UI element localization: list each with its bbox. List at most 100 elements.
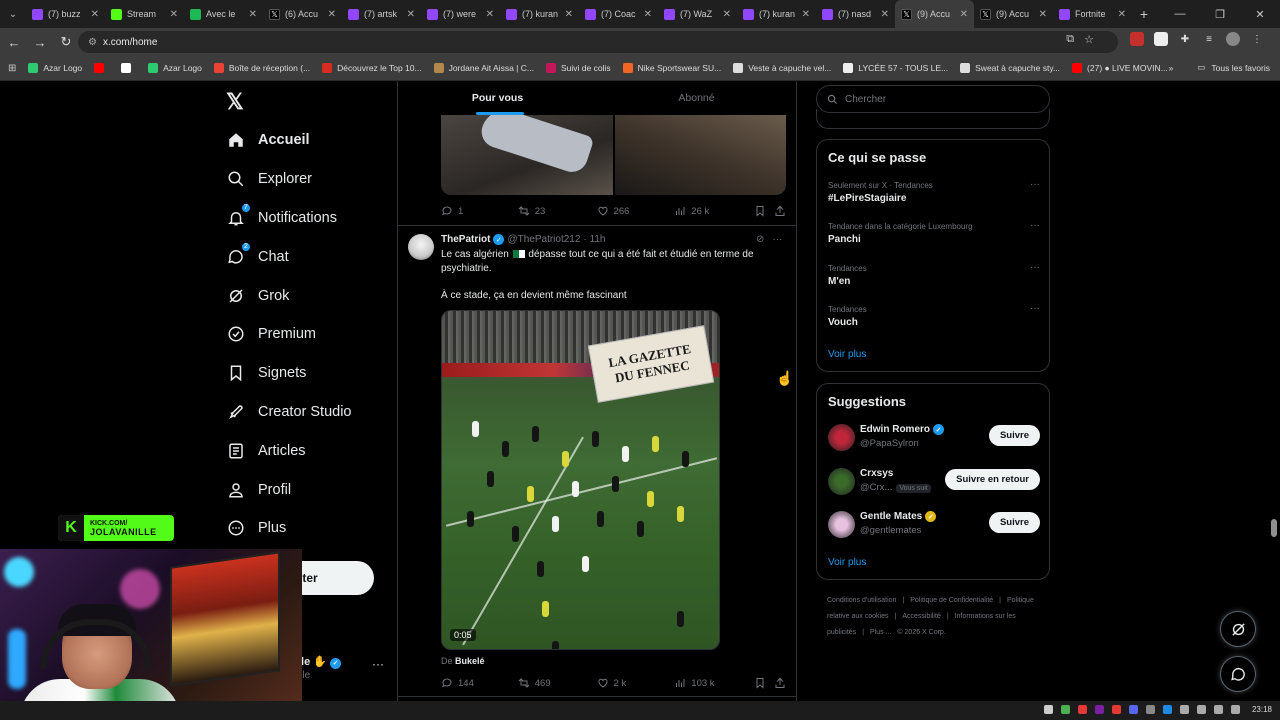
apps-grid-icon[interactable]: ⊞ <box>8 63 16 74</box>
scrollbar[interactable] <box>1271 519 1277 537</box>
minimize-button[interactable]: — <box>1160 0 1200 28</box>
back-button[interactable]: ← <box>2 30 26 54</box>
footer-link[interactable]: Accessibilité <box>902 613 941 620</box>
nav-item-grok[interactable]: Grok <box>226 276 352 315</box>
author-handle[interactable]: @ThePatriot212 <box>507 234 580 245</box>
install-app-icon[interactable]: ⧉ <box>1066 33 1074 46</box>
tray-icon[interactable] <box>1129 705 1138 714</box>
tray-icon[interactable] <box>1061 705 1070 714</box>
clock[interactable]: 23:18 <box>1252 705 1272 714</box>
browser-tab[interactable]: (7) buzz ✕ <box>26 0 105 28</box>
browser-tab[interactable]: Avec le ✕ <box>184 0 263 28</box>
tweet-time[interactable]: · 11h <box>583 234 605 245</box>
close-icon[interactable]: ✕ <box>565 9 573 20</box>
x-logo-icon[interactable]: 𝕏 <box>226 89 244 115</box>
extensions-puzzle-icon[interactable]: ✚ <box>1178 32 1192 46</box>
trend-item[interactable]: Tendance dans la catégorie Luxembourg Pan… <box>828 220 1040 245</box>
from-name[interactable]: Bukelé <box>455 656 485 666</box>
bookmark-item[interactable]: Veste à capuche vel... <box>733 63 831 73</box>
close-icon[interactable]: ✕ <box>1039 9 1047 20</box>
bookmark-item[interactable]: Azar Logo <box>148 63 202 73</box>
repost-button[interactable]: 469 <box>518 677 597 689</box>
extension-icon[interactable] <box>1130 32 1144 46</box>
tab-search-button[interactable]: ⌄ <box>0 0 26 28</box>
close-icon[interactable]: ✕ <box>170 9 178 20</box>
volume-icon[interactable] <box>1231 705 1240 714</box>
more-icon[interactable]: ··· <box>372 657 384 671</box>
like-button[interactable]: 2 k <box>597 677 675 689</box>
trend-item[interactable]: Seulement sur X · Tendances #LePireStagia… <box>828 179 1040 204</box>
close-icon[interactable]: ✕ <box>328 9 336 20</box>
tray-icon[interactable] <box>1146 705 1155 714</box>
bookmark-item[interactable]: Nike Sportswear SU... <box>622 63 721 73</box>
close-icon[interactable]: ✕ <box>960 9 968 20</box>
bookmark-star-icon[interactable]: ☆ <box>1084 33 1094 46</box>
tray-icon[interactable] <box>1095 705 1104 714</box>
maximize-button[interactable]: ❐ <box>1200 0 1240 28</box>
nav-item-plus[interactable]: Plus <box>226 509 352 548</box>
tray-icon[interactable] <box>1044 705 1053 714</box>
bookmark-item[interactable] <box>121 63 136 73</box>
close-icon[interactable]: ✕ <box>91 9 99 20</box>
reload-button[interactable]: ↻ <box>54 30 78 54</box>
reply-button[interactable]: 1 <box>441 205 518 217</box>
profile-avatar[interactable] <box>1226 32 1240 46</box>
suggestions-see-more[interactable]: Voir plus <box>828 557 866 568</box>
nav-item-explorer[interactable]: Explorer <box>226 160 352 199</box>
tab-for-you[interactable]: Pour vous <box>398 81 597 115</box>
bookmark-item[interactable] <box>94 63 109 73</box>
bookmark-item[interactable]: Azar Logo <box>28 63 82 73</box>
close-window-button[interactable]: ✕ <box>1240 0 1280 28</box>
close-icon[interactable]: ✕ <box>723 9 731 20</box>
nav-item-articles[interactable]: Articles <box>226 431 352 470</box>
avatar[interactable] <box>408 234 434 260</box>
bookmark-button[interactable] <box>754 677 774 689</box>
close-icon[interactable]: ✕ <box>644 9 652 20</box>
more-icon[interactable]: ··· <box>1030 220 1040 231</box>
forward-button[interactable]: → <box>28 30 52 54</box>
nav-item-accueil[interactable]: Accueil <box>226 121 352 160</box>
bookmark-item[interactable]: Jordane Ait Aissa | C... <box>433 63 534 73</box>
tray-icon[interactable] <box>1112 705 1121 714</box>
suggestion-item[interactable]: Edwin Romero ✓ @PapaSylron Suivre <box>828 422 1040 452</box>
more-icon[interactable]: ··· <box>772 234 782 245</box>
tweet-media[interactable] <box>441 115 786 195</box>
bookmark-item[interactable]: Suivi de colis <box>545 63 611 73</box>
close-icon[interactable]: ✕ <box>249 9 257 20</box>
nav-item-signets[interactable]: Signets <box>226 354 352 393</box>
bookmark-item[interactable]: LYCÉE 57 - TOUS LE... <box>843 63 948 73</box>
media-control-icon[interactable]: ≡ <box>1202 32 1216 46</box>
close-icon[interactable]: ✕ <box>1118 9 1126 20</box>
browser-tab[interactable]: (7) kuran ✕ <box>500 0 579 28</box>
footer-link[interactable]: Conditions d'utilisation <box>827 597 896 604</box>
grok-icon[interactable]: ⊘ <box>756 234 764 245</box>
nav-item-chat[interactable]: 2 Chat <box>226 237 352 276</box>
bookmark-button[interactable] <box>754 205 774 217</box>
share-button[interactable] <box>774 677 786 689</box>
site-info-icon[interactable]: ⚙ <box>88 37 97 48</box>
follow-button[interactable]: Suivre en retour <box>945 468 1040 490</box>
tab-following[interactable]: Abonné <box>597 81 796 115</box>
nav-item-notifications[interactable]: 7 Notifications <box>226 199 352 238</box>
extension-icon[interactable] <box>1154 32 1168 46</box>
author-name[interactable]: ThePatriot <box>441 234 490 245</box>
trend-item[interactable]: Tendances M'en ··· <box>828 262 1040 287</box>
avatar[interactable] <box>828 511 855 538</box>
browser-tab[interactable]: Fortnite ✕ <box>1053 0 1132 28</box>
close-icon[interactable]: ✕ <box>407 9 415 20</box>
footer-link[interactable]: © 2026 X Corp. <box>897 629 945 636</box>
avatar[interactable] <box>828 424 855 451</box>
browser-tab[interactable]: (7) WaZ ✕ <box>658 0 737 28</box>
suggestion-item[interactable]: Gentle Mates ✓ @gentlemates Suivre <box>828 509 1040 539</box>
close-icon[interactable]: ✕ <box>486 9 494 20</box>
footer-link[interactable]: Plus ... <box>870 629 891 636</box>
footer-link[interactable]: Politique de Confidentialité <box>910 597 993 604</box>
tray-icon[interactable] <box>1197 705 1206 714</box>
browser-tab[interactable]: (7) kuran ✕ <box>737 0 816 28</box>
views-button[interactable]: 26 k <box>674 205 754 217</box>
bookmark-item[interactable]: (27) ● LIVE MOVIN... <box>1072 63 1168 73</box>
browser-tab[interactable]: 𝕏 (6) Accu ✕ <box>263 0 342 28</box>
tray-icon[interactable] <box>1163 705 1172 714</box>
nav-item-creator-studio[interactable]: Creator Studio <box>226 393 352 432</box>
messages-fab[interactable] <box>1220 656 1256 692</box>
